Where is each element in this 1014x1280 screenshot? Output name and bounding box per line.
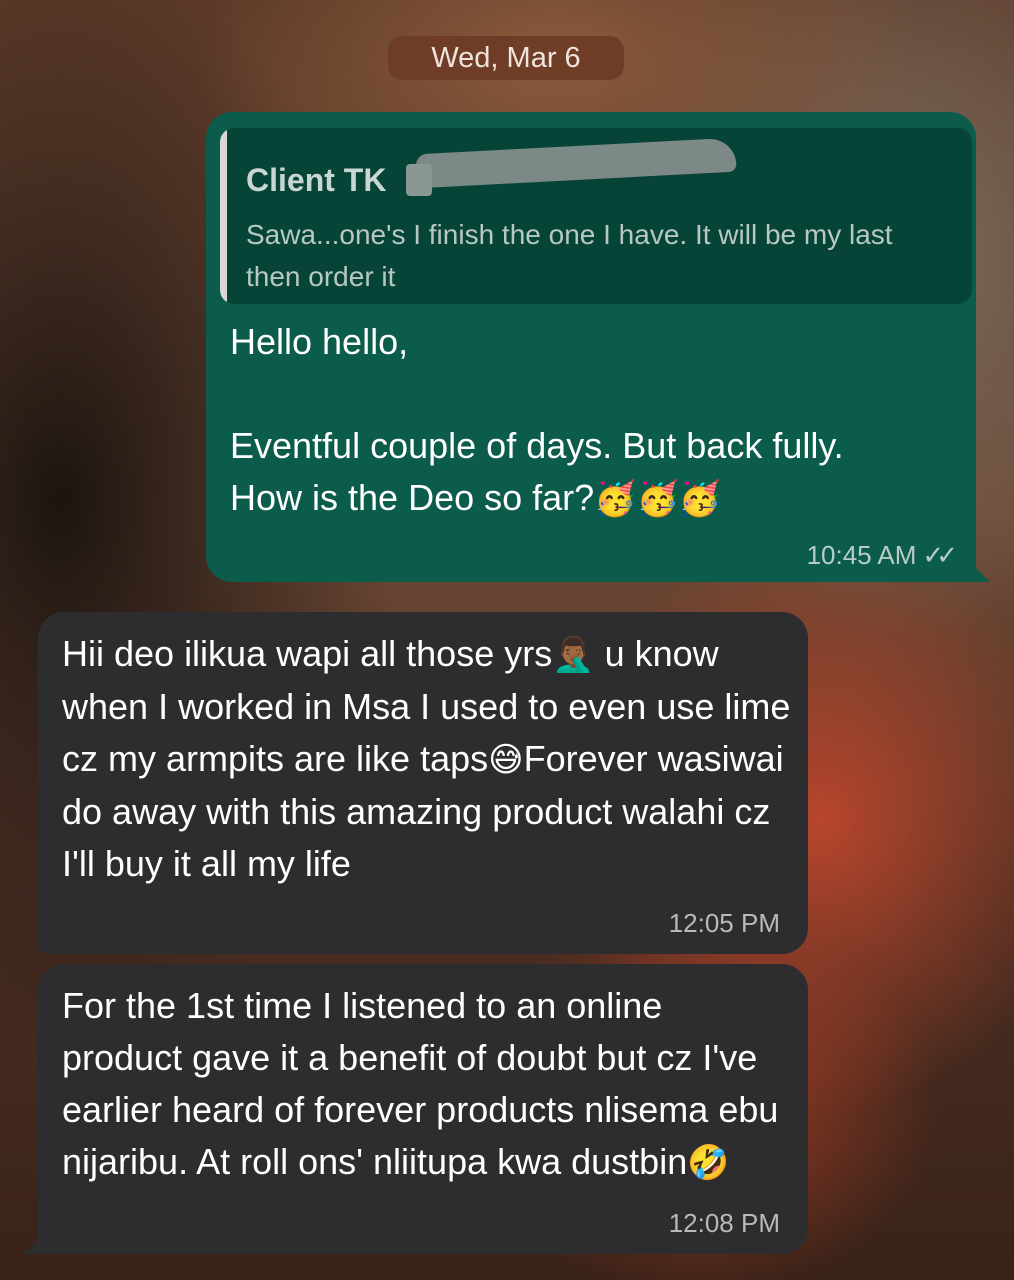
party-face-emoji: 🥳🥳🥳 — [594, 480, 722, 518]
double-check-icon: ✓✓ — [922, 540, 957, 570]
grinning-sweat-emoji: 😅 — [488, 741, 524, 779]
date-separator: Wed, Mar 6 — [388, 36, 624, 80]
redaction-scribble-tip — [406, 164, 432, 196]
message-timestamp: 10:45 AM ✓✓ — [806, 540, 958, 571]
incoming-message-bubble[interactable]: Hii deo ilikua wapi all those yrs🤦🏾‍♂️ u… — [38, 612, 808, 954]
rolling-laughing-emoji: 🤣 — [687, 1144, 730, 1182]
outgoing-message-text: Hello hello, Eventful couple of days. Bu… — [230, 316, 960, 525]
quote-sender-name: Client TK — [246, 162, 387, 198]
message-text-segment: For the 1st time I listened to an online… — [62, 985, 779, 1182]
timestamp-text: 10:45 AM — [806, 540, 917, 570]
redaction-scribble — [415, 137, 737, 189]
incoming-message-bubble[interactable]: For the 1st time I listened to an online… — [38, 964, 808, 1254]
message-line: How is the Deo so far? — [230, 477, 595, 518]
facepalm-emoji: 🤦🏾‍♂️ — [552, 636, 595, 674]
quote-text: Sawa...one's I finish the one I have. It… — [246, 219, 893, 292]
message-line: Eventful couple of days. But back fully. — [230, 425, 844, 466]
message-timestamp: 12:08 PM — [668, 1208, 780, 1238]
incoming-message-text: For the 1st time I listened to an online… — [62, 980, 792, 1189]
incoming-message-text: Hii deo ilikua wapi all those yrs🤦🏾‍♂️ u… — [62, 628, 792, 890]
quoted-reply[interactable]: Client TK Sawa...one's I finish the one … — [220, 128, 972, 304]
outgoing-message-bubble[interactable]: Client TK Sawa...one's I finish the one … — [206, 112, 976, 582]
quote-accent-bar — [220, 128, 227, 304]
message-timestamp: 12:05 PM — [668, 908, 780, 938]
message-line: Hello hello, — [230, 321, 409, 362]
message-text-segment: Hii deo ilikua wapi all those yrs — [62, 633, 553, 674]
